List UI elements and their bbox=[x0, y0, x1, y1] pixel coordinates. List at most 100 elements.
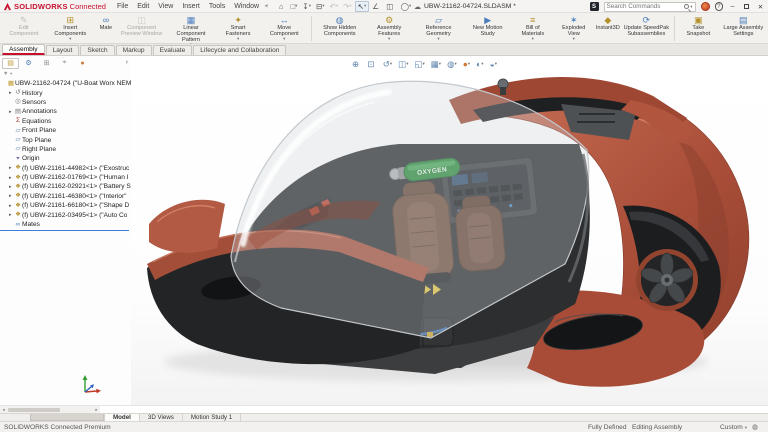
ribbon-button-instant3d[interactable]: ◆Instant3D bbox=[594, 14, 622, 43]
tree-item-front-plane[interactable]: ▱ Front Plane bbox=[0, 126, 131, 135]
status-bar: SOLIDWORKS Connected Premium Fully Defin… bbox=[0, 421, 768, 432]
ribbon-button-assembly-features[interactable]: ⚙Assembly Features bbox=[364, 14, 413, 43]
panel-tab-display-manager[interactable]: ● bbox=[74, 58, 91, 69]
tree-item-f-ubw-21162-02921-1-battery-s[interactable]: ❖ (f) UBW-21162-02921<1> ("Battery S bbox=[0, 182, 131, 191]
tree-item-f-ubw-21161-66180-1-shape-d[interactable]: ❖ (f) UBW-21161-66180<1> ("Shape D bbox=[0, 201, 131, 210]
qat-button-undo[interactable]: ↶ bbox=[328, 1, 340, 12]
ribbon-button-take-snapshot[interactable]: ▣Take Snapshot bbox=[678, 14, 719, 43]
restore-button[interactable] bbox=[742, 0, 751, 13]
ribbon-button-edit-component[interactable]: ✎Edit Component bbox=[2, 14, 46, 43]
view-orientation-icon: ◱ bbox=[414, 59, 422, 69]
menu-item-tools[interactable]: Tools bbox=[209, 3, 225, 10]
tree-item-top-plane[interactable]: ▱ Top Plane bbox=[0, 135, 131, 144]
globe-icon[interactable] bbox=[752, 423, 758, 431]
document-title[interactable]: UBW-21162-04724.SLDASM * bbox=[414, 0, 516, 13]
menu-item-file[interactable]: File bbox=[117, 3, 128, 10]
tab-layout[interactable]: Layout bbox=[46, 45, 80, 56]
ribbon-button-show-hidden-components[interactable]: ◍Show Hidden Components bbox=[315, 14, 364, 43]
tree-item-mates[interactable]: ∞ Mates bbox=[0, 220, 131, 229]
qat-button-print[interactable]: ⊟ bbox=[314, 1, 326, 12]
ribbon-button-new-motion-study[interactable]: ▶New Motion Study bbox=[463, 14, 512, 43]
ribbon-button-move-component[interactable]: ↔Move Component bbox=[261, 14, 309, 43]
tab-assembly[interactable]: Assembly bbox=[2, 44, 45, 55]
user-avatar[interactable] bbox=[701, 2, 710, 11]
hud-button-previous-view[interactable]: ↺ bbox=[383, 59, 392, 69]
tree-item-f-ubw-21161-46380-1-interior[interactable]: ❖ (f) UBW-21161-46380<1> ("Interior" bbox=[0, 192, 131, 201]
hud-button-zoom-fit[interactable]: ⊕ bbox=[352, 59, 361, 69]
qat-button-new-document[interactable]: □ bbox=[289, 1, 299, 12]
tree-item-f-ubw-21161-44982-1-exostruc[interactable]: ❖ (f) UBW-21161-44982<1> ("Exostruc bbox=[0, 164, 131, 173]
doc-tab-model[interactable]: Model bbox=[104, 414, 140, 421]
ribbon-button-smart-fasteners[interactable]: ✦Smart Fasteners bbox=[216, 14, 261, 43]
search-input[interactable] bbox=[607, 3, 684, 10]
hud-button-section-view[interactable]: ◫ bbox=[398, 59, 408, 69]
ribbon-button-reference-geometry[interactable]: ▱Reference Geometry bbox=[414, 14, 463, 43]
tree-item-ubw-21162-04724-u-boat-worx-nemo[interactable]: ▦ UBW-21162-04724 ("U-Boat Worx NEMO bbox=[0, 79, 131, 88]
qat-button-redo[interactable]: ↷ bbox=[342, 1, 354, 12]
ribbon-button-update-speedpak-subassemblies[interactable]: ⟳Update SpeedPak Subassemblies bbox=[622, 14, 671, 43]
title-bar: SOLIDWORKS Connected FileEditViewInsertT… bbox=[0, 0, 768, 13]
tree-item-sensors[interactable]: ◎ Sensors bbox=[0, 98, 131, 107]
dimxpert-manager-icon: ⌖ bbox=[63, 59, 67, 67]
hud-button-scene[interactable]: ◐ bbox=[476, 59, 483, 69]
ribbon-button-insert-components[interactable]: ⊞Insert Components bbox=[46, 14, 95, 43]
doc-tab-motion-study-1[interactable]: Motion Study 1 bbox=[183, 414, 241, 421]
qat-button-select-tool[interactable]: ↖ bbox=[355, 1, 369, 12]
3dexperience-icon[interactable] bbox=[590, 2, 599, 11]
orientation-triad bbox=[78, 372, 104, 398]
ribbon-divider bbox=[311, 16, 312, 41]
qat-button-pane-split[interactable]: ◫ bbox=[385, 1, 397, 12]
panel-tab-feature-manager[interactable]: ▤ bbox=[2, 58, 19, 69]
ribbon-button-large-assembly-settings[interactable]: ▤Large Assembly Settings bbox=[719, 14, 768, 43]
tab-splitter-box[interactable] bbox=[30, 414, 104, 421]
tree-item-right-plane[interactable]: ▱ Right Plane bbox=[0, 145, 131, 154]
qat-button-options[interactable]: ◯ bbox=[399, 1, 413, 12]
hud-button-zoom-area[interactable]: ⊡ bbox=[367, 59, 376, 69]
tree-item-origin[interactable]: ⌖ Origin bbox=[0, 154, 131, 163]
menu-item-view[interactable]: View bbox=[158, 3, 173, 10]
status-defined: Fully Defined bbox=[588, 424, 626, 431]
menu-item-insert[interactable]: Insert bbox=[182, 3, 200, 10]
qat-button-measure-tool[interactable]: ∠ bbox=[371, 1, 383, 12]
ribbon-button-mate[interactable]: ∞Mate bbox=[95, 14, 117, 43]
doc-tab-3d-views[interactable]: 3D Views bbox=[140, 414, 183, 421]
pin-icon[interactable] bbox=[265, 3, 269, 9]
scrollbar-thumb[interactable] bbox=[8, 408, 60, 413]
ribbon-button-bill-of-materials[interactable]: ≡Bill of Materials bbox=[512, 14, 553, 43]
search-box[interactable] bbox=[604, 2, 696, 12]
help-button[interactable] bbox=[715, 2, 724, 11]
close-button[interactable] bbox=[756, 0, 765, 13]
hud-button-edit-appearance[interactable]: ● bbox=[463, 59, 470, 69]
menu-item-window[interactable]: Window bbox=[234, 3, 259, 10]
tab-sketch[interactable]: Sketch bbox=[80, 45, 114, 56]
tab-lifecycle-and-collaboration[interactable]: Lifecycle and Collaboration bbox=[193, 45, 286, 56]
status-custom-dropdown[interactable]: Custom bbox=[720, 424, 747, 431]
panel-splitter-handle[interactable] bbox=[56, 55, 65, 60]
qat-button-save[interactable]: ↧ bbox=[301, 1, 313, 12]
ribbon-button-exploded-view[interactable]: ✶Exploded View bbox=[554, 14, 594, 43]
panel-tab-overflow-icon[interactable] bbox=[126, 59, 131, 66]
hud-button-view-settings[interactable]: ◒ bbox=[490, 59, 497, 69]
hud-button-display-style[interactable]: ▦ bbox=[431, 59, 441, 69]
tab-markup[interactable]: Markup bbox=[116, 45, 152, 56]
model-canvas[interactable]: OXYGEN bbox=[131, 56, 768, 405]
tree-item-f-ubw-21162-03495-1-auto-co[interactable]: ❖ (f) UBW-21162-03495<1> ("Auto Co bbox=[0, 210, 131, 219]
ribbon-button-linear-component-pattern[interactable]: ▦Linear Component Pattern bbox=[166, 14, 215, 43]
graphics-viewport[interactable]: ⊕ ⊡ ↺ ◫ ◱ ▦ ◍ ● ◐ ◒ bbox=[131, 56, 768, 405]
tree-filter-row[interactable] bbox=[0, 69, 131, 77]
panel-tab-property-manager[interactable]: ⚙ bbox=[20, 58, 37, 69]
tree-item-history[interactable]: ↺ History bbox=[0, 88, 131, 97]
minimize-button[interactable] bbox=[728, 0, 737, 13]
hud-button-view-orientation[interactable]: ◱ bbox=[414, 59, 424, 69]
home-icon: ⌂ bbox=[279, 2, 284, 11]
qat-button-home[interactable]: ⌂ bbox=[277, 1, 287, 12]
menu-item-edit[interactable]: Edit bbox=[137, 3, 149, 10]
hud-button-hide-show-items[interactable]: ◍ bbox=[447, 59, 457, 69]
ribbon-button-component-preview-window[interactable]: ◫Component Preview Window bbox=[117, 14, 166, 43]
panel-tab-configuration-manager[interactable]: ⊞ bbox=[38, 58, 55, 69]
tab-evaluate[interactable]: Evaluate bbox=[153, 45, 193, 56]
tree-item-f-ubw-21162-01769-1-human-i[interactable]: ❖ (f) UBW-21162-01769<1> ("Human I bbox=[0, 173, 131, 182]
tree-item-annotations[interactable]: ▤ Annotations bbox=[0, 107, 131, 116]
propeller[interactable] bbox=[636, 249, 698, 311]
tree-item-equations[interactable]: Σ Equations bbox=[0, 117, 131, 126]
